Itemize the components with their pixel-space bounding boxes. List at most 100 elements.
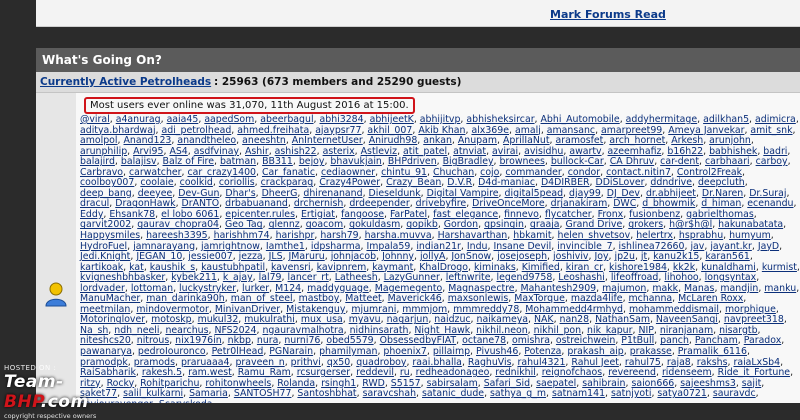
online-user-link[interactable]: Mohammedd4rmhyd (525, 304, 623, 315)
online-user-link[interactable]: kanu2k15 (653, 251, 699, 262)
online-user-link[interactable]: Pramalik_6116 (678, 346, 747, 357)
online-user-link[interactable]: NIP (638, 325, 653, 336)
online-user-link[interactable]: Arvi95 (133, 146, 163, 157)
online-user-link[interactable]: kvigneshbhbasker (80, 272, 165, 283)
online-user-link[interactable]: sauravdc (713, 388, 756, 399)
online-user-link[interactable]: b16h22 (667, 146, 703, 157)
online-user-link[interactable]: niranjanam (660, 325, 713, 336)
online-user-link[interactable]: graaja (530, 219, 560, 231)
online-user-link[interactable]: NathanSam (595, 314, 650, 326)
online-user-link[interactable]: kunaldhami (701, 262, 756, 273)
online-user-link[interactable]: sathya_g_m (490, 388, 546, 399)
online-user-link[interactable]: bullock-Car (551, 156, 604, 167)
online-user-link[interactable]: bhavukjain (330, 156, 381, 167)
online-user-link[interactable]: cojo (480, 167, 499, 178)
online-user-link[interactable]: abhijeetK (370, 114, 414, 125)
online-user-link[interactable]: phoenix7 (383, 346, 426, 357)
online-user-link[interactable]: rahul4321 (517, 357, 565, 368)
online-user-link[interactable]: invincible_7 (557, 241, 612, 252)
online-user-link[interactable]: helen_shvetsov (558, 230, 631, 241)
online-user-link[interactable]: prithvi (291, 357, 321, 368)
online-user-link[interactable]: manku (764, 283, 796, 294)
online-user-link[interactable]: myavu (349, 314, 381, 326)
online-user-link[interactable]: raja8 (667, 357, 691, 368)
online-user-link[interactable]: M124 (275, 283, 301, 294)
online-user-link[interactable]: Manas (684, 283, 714, 294)
online-user-link[interactable]: jamnarayang (133, 241, 195, 252)
online-user-link[interactable]: Akib Khan (418, 125, 465, 136)
online-user-link[interactable]: nidhinsarath (350, 325, 409, 336)
online-user-link[interactable]: addyhermitage (626, 114, 697, 125)
online-user-link[interactable]: drjanakiram (551, 198, 608, 210)
online-user-link[interactable]: makk (652, 283, 678, 294)
online-user-link[interactable]: lurker (242, 283, 269, 294)
online-user-link[interactable]: arunphilip (80, 146, 127, 157)
online-user-link[interactable]: Rolanda (277, 378, 315, 389)
online-user-link[interactable]: avirai (492, 146, 518, 157)
online-user-link[interactable]: akhil_007 (367, 125, 412, 136)
online-user-link[interactable]: kiran_cr (566, 262, 603, 273)
online-user-link[interactable]: anandtheleo (177, 135, 236, 146)
online-user-link[interactable]: raiaLxSb4 (733, 357, 780, 368)
online-user-link[interactable]: aramosfet (556, 135, 604, 146)
online-user-link[interactable]: coolboy007 (80, 177, 134, 189)
online-user-link[interactable]: Iamthe1 (266, 241, 305, 252)
online-user-link[interactable]: nisargtb (719, 325, 757, 336)
online-user-link[interactable]: Indu (467, 241, 488, 252)
online-user-link[interactable]: nkbp (228, 335, 251, 347)
online-user-link[interactable]: amolpol (80, 135, 118, 146)
online-user-link[interactable]: luckystryker (179, 283, 236, 294)
online-user-link[interactable]: indian21r (416, 241, 461, 252)
online-user-link[interactable]: adimicra (755, 114, 796, 125)
online-user-link[interactable]: babhishek (709, 146, 757, 157)
online-user-link[interactable]: karan561 (705, 251, 749, 262)
online-user-link[interactable]: Arkesh (671, 135, 703, 146)
online-user-link[interactable]: Gordon (444, 219, 478, 231)
online-user-link[interactable]: rakesh.5 (142, 367, 182, 378)
online-user-link[interactable]: coolaie (140, 177, 173, 189)
online-user-link[interactable]: Ashir (245, 146, 269, 157)
online-user-link[interactable]: car_crazy1400 (187, 167, 256, 178)
online-user-link[interactable]: motoskp (151, 314, 192, 326)
online-user-link[interactable]: humyum (729, 230, 771, 241)
online-user-link[interactable]: lal79 (259, 272, 282, 283)
online-user-link[interactable]: el lobo 6061 (161, 209, 219, 220)
online-user-link[interactable]: lifeoffroad (611, 272, 659, 283)
online-user-link[interactable]: salil_kulkarni (123, 388, 183, 399)
online-user-link[interactable]: hbkamit (513, 230, 551, 241)
online-user-link[interactable]: Geo Tag (225, 219, 263, 231)
online-user-link[interactable]: fangoose (341, 209, 384, 220)
online-user-link[interactable]: Matteet (345, 293, 381, 305)
online-user-link[interactable]: ManuMacher (80, 293, 140, 305)
online-user-link[interactable]: ashish22 (275, 146, 317, 157)
online-user-link[interactable]: Balz of Fire (163, 156, 214, 167)
online-user-link[interactable]: Astleviz (361, 146, 397, 157)
online-user-link[interactable]: ridenseem (662, 367, 712, 378)
online-user-link[interactable]: goacom (306, 219, 343, 231)
online-user-link[interactable]: fusionbenz (629, 209, 680, 220)
online-user-link[interactable]: P1tBull (621, 335, 654, 347)
online-user-link[interactable]: Safari_Sid (484, 378, 530, 389)
online-user-link[interactable]: KhalDrogo (419, 262, 468, 273)
online-user-link[interactable]: ram.west (188, 367, 232, 378)
online-user-link[interactable]: Harshavarthan (438, 230, 508, 241)
online-user-link[interactable]: DragonHawk (115, 198, 175, 210)
online-user-link[interactable]: maddyguage (307, 283, 369, 294)
online-user-link[interactable]: harsh79 (320, 230, 358, 241)
online-user-link[interactable]: commander (505, 167, 561, 178)
online-user-link[interactable]: McLaren Roxx (678, 293, 743, 305)
online-user-link[interactable]: arunjohn (709, 135, 751, 146)
online-user-link[interactable]: maxsonlewis (448, 293, 509, 305)
online-user-link[interactable]: Ride_it_Fortune (718, 367, 790, 378)
online-user-link[interactable]: satanic_dude (422, 388, 484, 399)
online-user-link[interactable]: ecenandu (747, 198, 793, 210)
online-user-link[interactable]: kaymant (372, 262, 413, 273)
online-user-link[interactable]: quadroboy (356, 357, 406, 368)
online-user-link[interactable]: jessie007 (188, 251, 232, 262)
online-user-link[interactable]: deepcluth (698, 177, 745, 189)
online-user-link[interactable]: Insane Devil (493, 241, 551, 252)
online-user-link[interactable]: h@r$h@l (669, 219, 712, 231)
online-user-link[interactable]: revereend (608, 367, 656, 378)
online-user-link[interactable]: deep_bang (80, 188, 132, 199)
online-user-link[interactable]: Ertigiat (301, 209, 335, 220)
